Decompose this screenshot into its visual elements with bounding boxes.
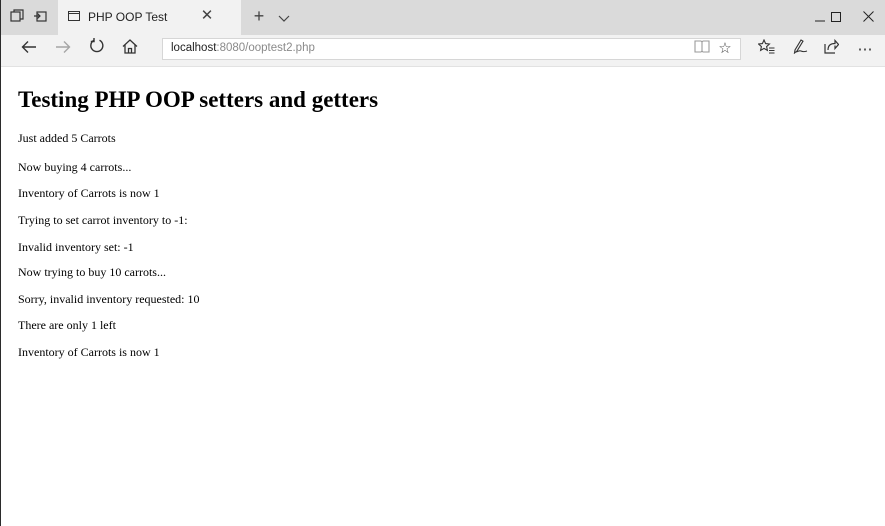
new-tab-icon[interactable]: + [251,7,267,25]
close-window-icon[interactable] [852,0,885,35]
tab-bar: PHP OOP Test ✕ + [1,0,885,35]
page-content: Testing PHP OOP setters and getters Just… [1,67,885,526]
url-text[interactable]: localhost:8080/ooptest2.php [171,42,315,54]
output-line: There are only 1 left [18,318,116,332]
share-icon[interactable] [817,38,845,62]
chevron-down-icon[interactable] [276,10,292,24]
output-line: Trying to set carrot inventory to -1: [18,213,188,227]
close-tab-icon[interactable]: ✕ [199,8,215,24]
maximize-icon[interactable] [819,0,852,35]
more-icon[interactable]: ⋯ [851,38,879,62]
output-line: Now trying to buy 10 carrots... [18,265,166,279]
url-path: :8080/ooptest2.php [216,42,315,54]
home-icon[interactable] [116,38,144,62]
pen-icon[interactable] [786,38,814,62]
tab-title: PHP OOP Test [88,10,168,24]
output-line: Inventory of Carrots is now 1 [18,345,160,359]
address-bar[interactable]: localhost:8080/ooptest2.php ☆ [162,38,741,60]
set-tabs-aside-icon[interactable] [32,9,48,25]
browser-window: PHP OOP Test ✕ + localhost:8080/ooptest2… [0,0,885,526]
output-line: Inventory of Carrots is now 1 [18,186,160,200]
output-line: Invalid inventory set: -1 [18,240,134,254]
output-line: Now buying 4 carrots... [18,160,132,174]
refresh-icon[interactable] [83,38,111,62]
forward-icon[interactable] [49,38,77,62]
back-icon[interactable] [15,38,43,62]
output-line: Sorry, invalid inventory requested: 10 [18,292,200,306]
url-host: localhost [171,42,217,54]
tab-active[interactable]: PHP OOP Test ✕ [58,0,241,35]
page-icon [68,11,80,21]
page-heading: Testing PHP OOP setters and getters [18,87,379,112]
tab-preview-icon[interactable] [9,9,25,25]
output-line: Just added 5 Carrots [18,131,116,145]
favorite-star-icon[interactable]: ☆ [716,40,734,58]
favorites-hub-icon[interactable] [752,38,780,62]
reading-view-icon[interactable] [693,40,711,58]
navigation-bar: localhost:8080/ooptest2.php ☆ ⋯ [1,35,885,67]
